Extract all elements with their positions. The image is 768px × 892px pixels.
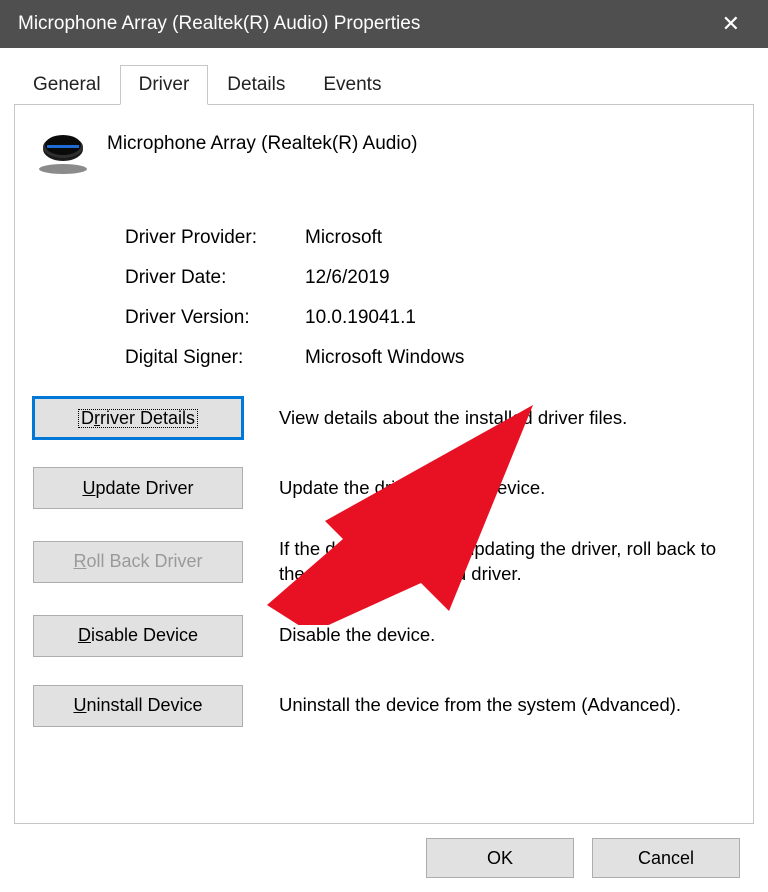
driver-details-button[interactable]: Drriver Details	[33, 397, 243, 439]
close-icon[interactable]: ✕	[712, 7, 750, 41]
disable-device-description: Disable the device.	[279, 623, 735, 648]
driver-info-grid: Driver Provider: Microsoft Driver Date: …	[125, 227, 735, 369]
tab-driver[interactable]: Driver	[120, 65, 209, 105]
tab-details[interactable]: Details	[208, 65, 304, 105]
driver-version-value: 10.0.19041.1	[305, 307, 735, 329]
uninstall-device-description: Uninstall the device from the system (Ad…	[279, 693, 735, 718]
dialog-button-row: OK Cancel	[14, 824, 754, 892]
titlebar: Microphone Array (Realtek(R) Audio) Prop…	[0, 0, 768, 48]
digital-signer-value: Microsoft Windows	[305, 347, 735, 369]
audio-device-icon	[37, 131, 89, 175]
cancel-button[interactable]: Cancel	[592, 838, 740, 878]
driver-date-value: 12/6/2019	[305, 267, 735, 289]
roll-back-driver-button: Roll Back Driver	[33, 541, 243, 583]
driver-details-description: View details about the installed driver …	[279, 406, 735, 431]
driver-tab-panel: Microphone Array (Realtek(R) Audio) Driv…	[14, 104, 754, 824]
device-header: Microphone Array (Realtek(R) Audio)	[33, 125, 735, 191]
device-name: Microphone Array (Realtek(R) Audio)	[107, 129, 417, 155]
tab-general[interactable]: General	[14, 65, 120, 105]
driver-actions: Drriver Details View details about the i…	[33, 397, 735, 727]
disable-device-button[interactable]: Disable Device	[33, 615, 243, 657]
driver-version-label: Driver Version:	[125, 307, 305, 329]
client-area: General Driver Details Events Microphone…	[0, 48, 768, 892]
driver-provider-label: Driver Provider:	[125, 227, 305, 249]
tab-events[interactable]: Events	[304, 65, 400, 105]
tab-strip: General Driver Details Events	[14, 64, 754, 104]
digital-signer-label: Digital Signer:	[125, 347, 305, 369]
ok-button[interactable]: OK	[426, 838, 574, 878]
driver-provider-value: Microsoft	[305, 227, 735, 249]
update-driver-button[interactable]: Update Driver	[33, 467, 243, 509]
window-title: Microphone Array (Realtek(R) Audio) Prop…	[18, 13, 420, 35]
roll-back-driver-description: If the device fails after updating the d…	[279, 537, 735, 587]
driver-date-label: Driver Date:	[125, 267, 305, 289]
uninstall-device-button[interactable]: Uninstall Device	[33, 685, 243, 727]
update-driver-description: Update the driver for this device.	[279, 476, 735, 501]
